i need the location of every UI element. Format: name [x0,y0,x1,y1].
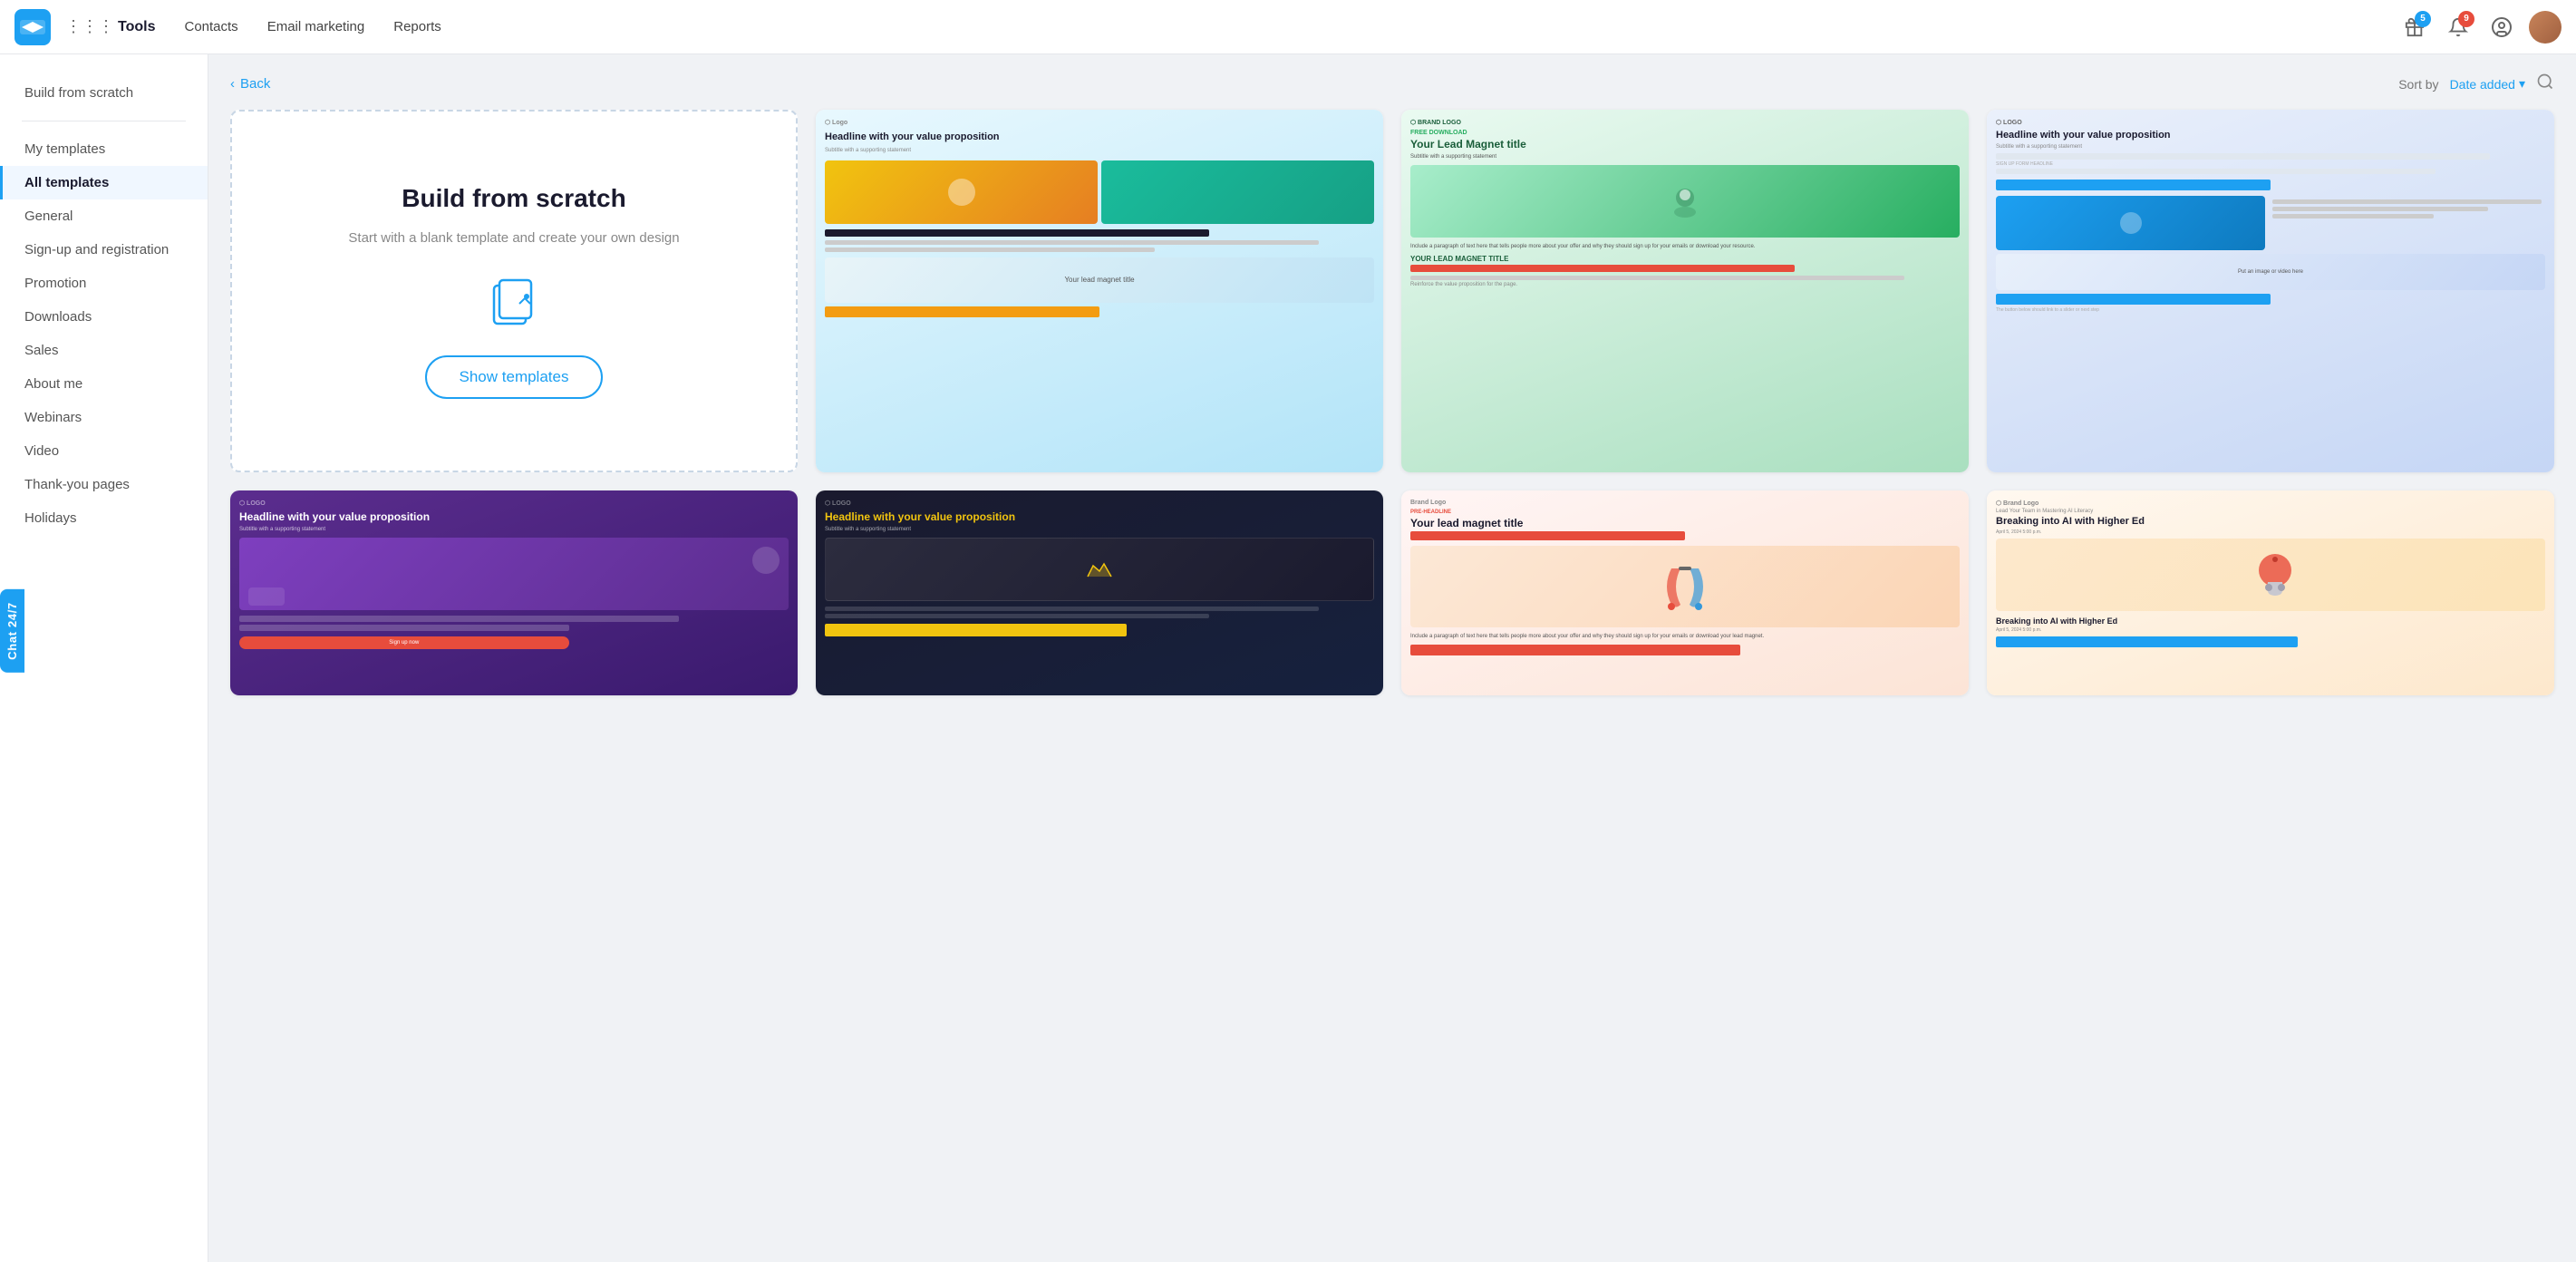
template-preview-knowledge: ⬡ BRAND LOGO FREE DOWNLOAD Your Lead Mag… [1401,110,1969,472]
sidebar-item-promotion[interactable]: Promotion [0,267,208,300]
notifications-button[interactable]: 5 [2398,11,2431,44]
template-card-dark[interactable]: ⬡ LOGO Headline with your value proposit… [816,490,1383,695]
sidebar-item-my-templates[interactable]: My templates [0,132,208,166]
sidebar-item-build-from-scratch[interactable]: Build from scratch [0,76,208,110]
template-preview-magnet: Brand Logo PRE-HEADLINE Your lead magnet… [1401,490,1969,695]
sidebar-item-sign-up[interactable]: Sign-up and registration [0,233,208,267]
chevron-left-icon: ‹ [230,76,235,92]
template-logo: ⬡ Logo [825,119,1374,126]
template-preview-ai: ⬡ Brand Logo Lead Your Team in Mastering… [1987,490,2554,695]
sort-area: Sort by Date added ▾ [2398,73,2554,95]
alerts-badge: 9 [2458,11,2474,27]
scratch-description: Start with a blank template and create y… [348,228,679,249]
back-label: Back [240,76,270,92]
sidebar-item-holidays[interactable]: Holidays [0,501,208,535]
settings-button[interactable] [2485,11,2518,44]
sidebar-item-downloads[interactable]: Downloads [0,300,208,334]
template-card-marketing[interactable]: ⬡ Logo Headline with your value proposit… [816,110,1383,472]
chat-widget[interactable]: Chat 24/7 [0,589,24,673]
sidebar-item-video[interactable]: Video [0,434,208,468]
notifications-badge: 5 [2415,11,2431,27]
sidebar-item-thank-you[interactable]: Thank-you pages [0,468,208,501]
sort-value: Date added [2450,77,2515,92]
template-preview-dark: ⬡ LOGO Headline with your value proposit… [816,490,1383,695]
template-card-ai[interactable]: ⬡ Brand Logo Lead Your Team in Mastering… [1987,490,2554,695]
templates-grid: Build from scratch Start with a blank te… [230,110,2554,472]
grid-icon[interactable]: ⋮⋮⋮ [65,17,114,36]
sidebar-item-all-templates[interactable]: All templates [0,166,208,199]
template-subtext: Subtitle with a supporting statement [825,147,1374,154]
main-content: ‹ Back Sort by Date added ▾ Build [208,54,2576,1262]
search-button[interactable] [2536,73,2554,95]
template-preview-marketing: ⬡ Logo Headline with your value proposit… [816,110,1383,472]
template-card-lead[interactable]: ⬡ LOGO Headline with your value proposit… [1987,110,2554,472]
scratch-card[interactable]: Build from scratch Start with a blank te… [230,110,798,472]
template-headline: Headline with your value proposition [825,131,1374,143]
sidebar-item-webinars[interactable]: Webinars [0,401,208,434]
sidebar: Build from scratch My templates All temp… [0,54,208,1262]
tools-label[interactable]: Tools [118,19,155,35]
sidebar-item-about-me[interactable]: About me [0,367,208,401]
sort-label: Sort by [2398,77,2438,92]
template-preview-lead: ⬡ LOGO Headline with your value proposit… [1987,110,2554,472]
nav-right-actions: 5 9 [2398,11,2561,44]
templates-grid-row2: ⬡ LOGO Headline with your value proposit… [230,490,2554,695]
template-preview-purple: ⬡ LOGO Headline with your value proposit… [230,490,798,695]
template-card-knowledge[interactable]: ⬡ BRAND LOGO FREE DOWNLOAD Your Lead Mag… [1401,110,1969,472]
nav-email-marketing[interactable]: Email marketing [267,19,365,34]
chevron-down-icon: ▾ [2519,76,2525,92]
sidebar-item-general[interactable]: General [0,199,208,233]
top-navigation: ⋮⋮⋮ Tools Contacts Email marketing Repor… [0,0,2576,54]
alerts-button[interactable]: 9 [2442,11,2474,44]
chat-label: Chat 24/7 [5,602,19,660]
sidebar-item-sales[interactable]: Sales [0,334,208,367]
nav-contacts[interactable]: Contacts [184,19,237,34]
template-card-magnet[interactable]: Brand Logo PRE-HEADLINE Your lead magnet… [1401,490,1969,695]
nav-reports[interactable]: Reports [393,19,441,34]
page-layout: Build from scratch My templates All temp… [0,54,2576,1262]
logo[interactable] [15,9,51,45]
show-templates-button[interactable]: Show templates [425,355,604,399]
template-card-purple[interactable]: ⬡ LOGO Headline with your value proposit… [230,490,798,695]
template-icon [487,275,541,334]
back-button[interactable]: ‹ Back [230,76,270,92]
scratch-title: Build from scratch [402,183,625,214]
sort-dropdown[interactable]: Date added ▾ [2450,76,2525,92]
content-topbar: ‹ Back Sort by Date added ▾ [230,54,2554,110]
avatar[interactable] [2529,11,2561,44]
nav-links: Contacts Email marketing Reports [184,19,2398,34]
